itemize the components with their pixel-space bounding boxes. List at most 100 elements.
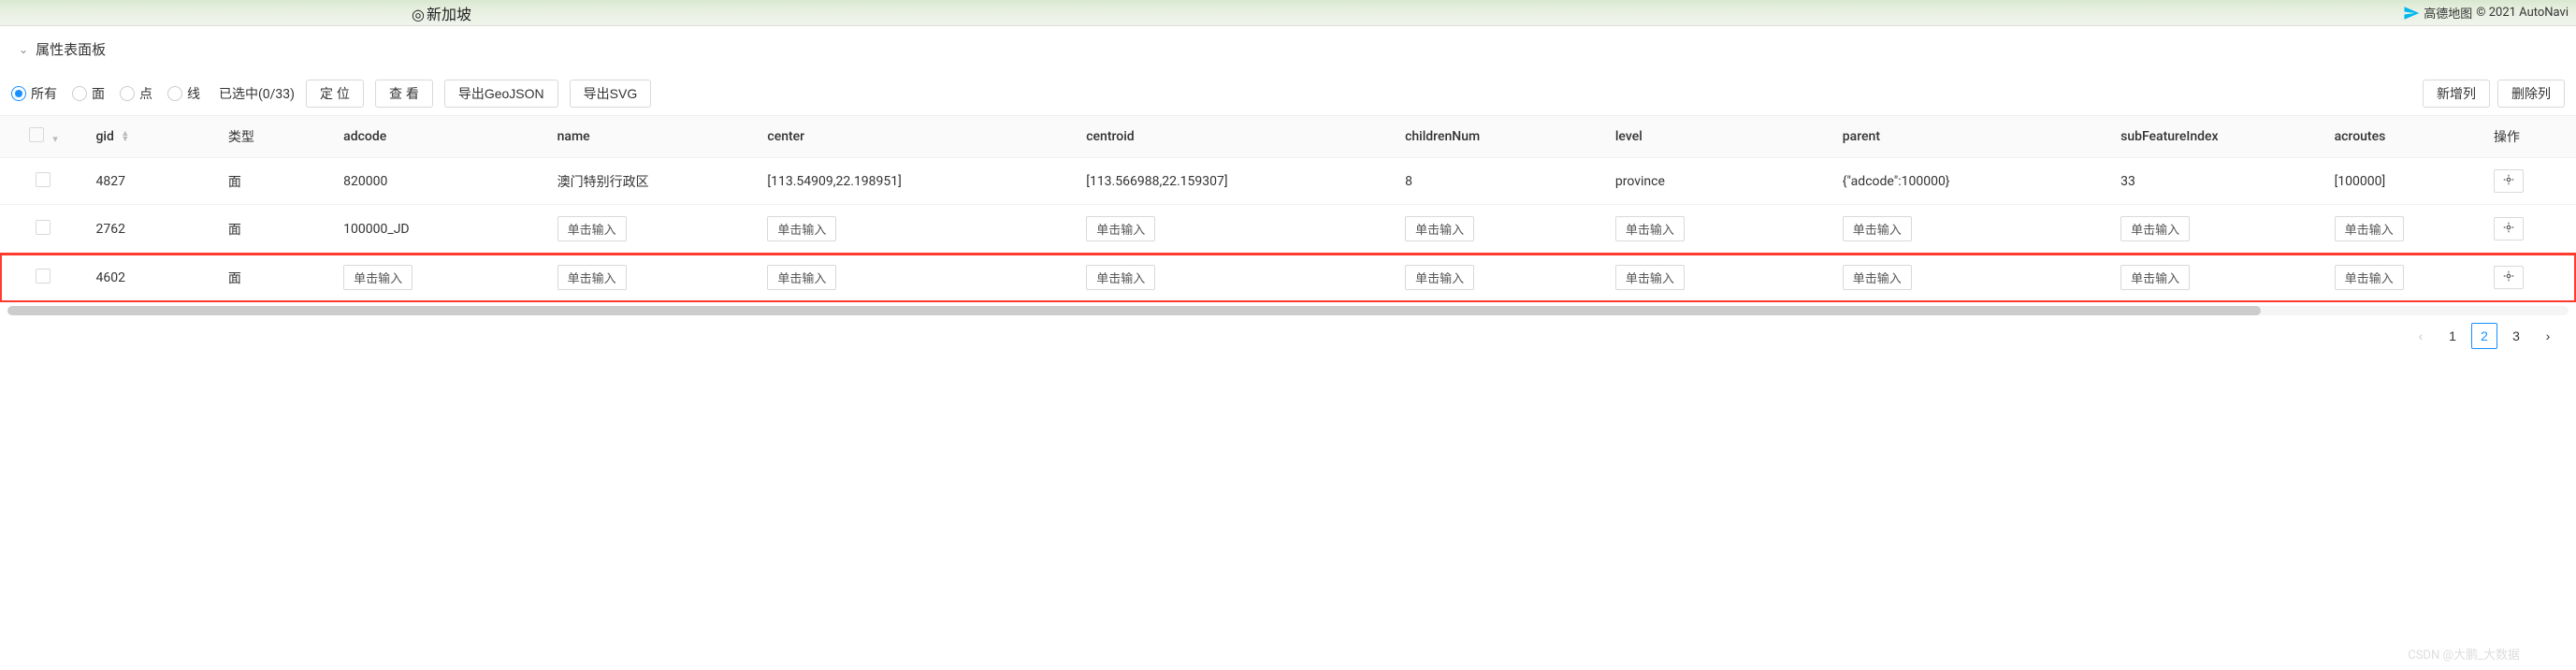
radio-polygon-label: 面: [92, 84, 105, 103]
click-to-input-button[interactable]: 单击输入: [557, 216, 627, 241]
cell-center: 单击输入: [758, 205, 1077, 254]
add-column-button[interactable]: 新增列: [2423, 80, 2490, 108]
click-to-input-button[interactable]: 单击输入: [767, 216, 836, 241]
map-attribution: 高德地图 © 2021 AutoNavi: [2403, 4, 2569, 22]
cell-level: 单击输入: [1606, 205, 1833, 254]
click-to-input-button[interactable]: 单击输入: [767, 265, 836, 290]
page-next-button[interactable]: ›: [2535, 323, 2561, 349]
checkbox-icon: [36, 269, 51, 284]
delete-column-button[interactable]: 删除列: [2497, 80, 2565, 108]
cell-level: 单击输入: [1606, 254, 1833, 302]
page-3-button[interactable]: 3: [2503, 323, 2529, 349]
locate-row-button[interactable]: [2494, 169, 2524, 193]
cell-action: [2484, 205, 2576, 254]
checkbox-icon: [36, 220, 51, 235]
header-name[interactable]: name: [548, 116, 759, 158]
click-to-input-button[interactable]: 单击输入: [2335, 265, 2404, 290]
click-to-input-button[interactable]: 单击输入: [1843, 265, 1912, 290]
click-to-input-button[interactable]: 单击输入: [1615, 216, 1685, 241]
radio-line-label: 线: [187, 84, 200, 103]
toolbar: 所有 面 点 线 已选中(0/33) 定 位 查 看 导出GeoJSON 导出S…: [0, 72, 2576, 116]
header-level[interactable]: level: [1606, 116, 1833, 158]
cell-name: 澳门特别行政区: [548, 158, 759, 205]
click-to-input-button[interactable]: 单击输入: [2120, 265, 2190, 290]
click-to-input-button[interactable]: 单击输入: [1086, 265, 1155, 290]
map-preview: 新加坡 高德地图 © 2021 AutoNavi: [0, 0, 2576, 26]
header-acroutes[interactable]: acroutes: [2325, 116, 2484, 158]
click-to-input-button[interactable]: 单击输入: [1405, 265, 1474, 290]
click-to-input-button[interactable]: 单击输入: [1843, 216, 1912, 241]
cell-acroutes: [100000]: [2325, 158, 2484, 205]
row-checkbox-cell[interactable]: [0, 254, 86, 302]
radio-line[interactable]: 线: [167, 84, 200, 103]
locate-button[interactable]: 定 位: [306, 80, 364, 108]
radio-point[interactable]: 点: [120, 84, 152, 103]
toolbar-left: 所有 面 点 线 已选中(0/33) 定 位 查 看 导出GeoJSON 导出S…: [11, 80, 2415, 108]
cell-centroid: 单击输入: [1077, 205, 1396, 254]
click-to-input-button[interactable]: 单击输入: [343, 265, 412, 290]
locate-row-button[interactable]: [2494, 266, 2524, 289]
cell-parent: {"adcode":100000}: [1833, 158, 2111, 205]
header-gid[interactable]: gid ▲▼: [86, 116, 218, 158]
row-checkbox-cell[interactable]: [0, 205, 86, 254]
scrollbar-thumb[interactable]: [7, 306, 2261, 315]
click-to-input-button[interactable]: 单击输入: [557, 265, 627, 290]
header-checkbox[interactable]: ▾: [0, 116, 86, 158]
locate-icon: [2502, 221, 2515, 234]
page-prev-button[interactable]: ‹: [2408, 323, 2434, 349]
header-subFeatureIndex[interactable]: subFeatureIndex: [2111, 116, 2324, 158]
cell-parent: 单击输入: [1833, 205, 2111, 254]
click-to-input-button[interactable]: 单击输入: [1405, 216, 1474, 241]
map-city-label: 新加坡: [412, 2, 471, 24]
checkbox-icon: [29, 127, 44, 142]
cell-gid: 4827: [86, 158, 218, 205]
header-adcode[interactable]: adcode: [334, 116, 547, 158]
chevron-down-icon: ▾: [52, 133, 58, 145]
table-row: 4602面单击输入单击输入单击输入单击输入单击输入单击输入单击输入单击输入单击输…: [0, 254, 2576, 302]
export-svg-button[interactable]: 导出SVG: [570, 80, 652, 108]
radio-all[interactable]: 所有: [11, 84, 57, 103]
attribute-table: ▾ gid ▲▼ 类型 adcode name center centroid …: [0, 116, 2576, 302]
page-2-button[interactable]: 2: [2471, 323, 2497, 349]
cell-acroutes: 单击输入: [2325, 254, 2484, 302]
header-childrenNum[interactable]: childrenNum: [1396, 116, 1606, 158]
cell-acroutes: 单击输入: [2325, 205, 2484, 254]
header-action[interactable]: 操作: [2484, 116, 2576, 158]
cell-centroid: [113.566988,22.159307]: [1077, 158, 1396, 205]
cell-adcode: 100000_JD: [334, 205, 547, 254]
export-geojson-button[interactable]: 导出GeoJSON: [444, 80, 558, 108]
checkbox-icon: [36, 172, 51, 187]
click-to-input-button[interactable]: 单击输入: [1615, 265, 1685, 290]
radio-circle-icon: [11, 86, 26, 101]
cell-gid: 4602: [86, 254, 218, 302]
cell-level: province: [1606, 158, 1833, 205]
map-brand: 高德地图: [2424, 4, 2472, 22]
cell-type: 面: [219, 205, 334, 254]
cell-childrenNum: 8: [1396, 158, 1606, 205]
click-to-input-button[interactable]: 单击输入: [1086, 216, 1155, 241]
click-to-input-button[interactable]: 单击输入: [2335, 216, 2404, 241]
cell-parent: 单击输入: [1833, 254, 2111, 302]
cell-type: 面: [219, 254, 334, 302]
cell-name: 单击输入: [548, 205, 759, 254]
panel-header[interactable]: ⌄ 属性表面板: [0, 26, 2576, 72]
click-to-input-button[interactable]: 单击输入: [2120, 216, 2190, 241]
horizontal-scrollbar[interactable]: [7, 306, 2569, 315]
header-centroid[interactable]: centroid: [1077, 116, 1396, 158]
cell-action: [2484, 254, 2576, 302]
cell-action: [2484, 158, 2576, 205]
radio-polygon[interactable]: 面: [72, 84, 105, 103]
header-center[interactable]: center: [758, 116, 1077, 158]
row-checkbox-cell[interactable]: [0, 158, 86, 205]
view-button[interactable]: 查 看: [375, 80, 433, 108]
toolbar-right: 新增列 删除列: [2423, 80, 2565, 108]
cell-childrenNum: 单击输入: [1396, 254, 1606, 302]
cell-name: 单击输入: [548, 254, 759, 302]
locate-icon: [2502, 269, 2515, 283]
locate-row-button[interactable]: [2494, 217, 2524, 240]
header-parent[interactable]: parent: [1833, 116, 2111, 158]
locate-icon: [2502, 173, 2515, 186]
table-header-row: ▾ gid ▲▼ 类型 adcode name center centroid …: [0, 116, 2576, 158]
header-type[interactable]: 类型: [219, 116, 334, 158]
page-1-button[interactable]: 1: [2439, 323, 2466, 349]
